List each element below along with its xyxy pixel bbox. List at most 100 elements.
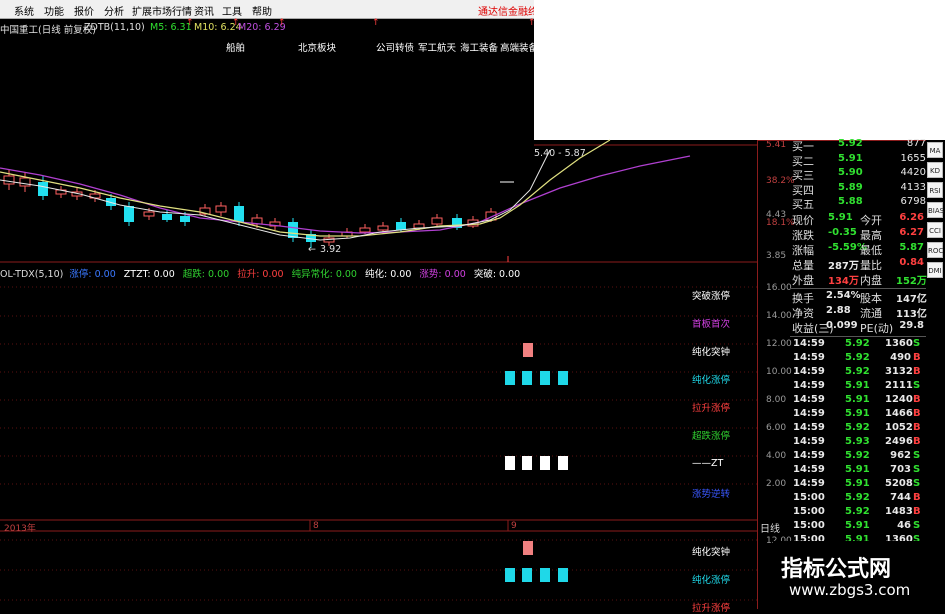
legend-item: ——ZT: [692, 458, 724, 469]
stat-label: 量比: [860, 259, 882, 272]
stat-label: 外盘: [792, 274, 814, 287]
tick-volume: 490: [890, 352, 911, 363]
stat-value: 0.84: [899, 257, 924, 268]
indicator-name[interactable]: OL-TDX(5,10): [0, 269, 63, 280]
date-axis-year: 2013年: [4, 524, 36, 534]
candle: [180, 216, 190, 222]
panel-divider: [757, 140, 758, 609]
tick-time: 15:00: [793, 506, 825, 517]
tick-direction: S: [913, 478, 921, 489]
watermark: 指标公式网 www.zbgs3.com: [773, 541, 945, 609]
legend-item: 纯化涨停: [692, 375, 731, 386]
stat-label: 换手: [792, 292, 814, 305]
tick-time: 14:59: [793, 478, 825, 489]
indicator-axis-tick: 16.00: [766, 283, 792, 293]
candle: [124, 206, 134, 222]
signal-marker-white: [540, 456, 550, 470]
signal-marker-cyan: [540, 568, 550, 582]
tick-volume: 1466: [885, 408, 913, 419]
tick-volume: 1360: [885, 338, 913, 349]
legend-item: 纯化突钟: [692, 347, 731, 358]
tab-bias[interactable]: BIAS: [927, 202, 944, 218]
tick-row: 14:59 5.92 962 S: [793, 450, 923, 464]
price-axis-tick: 5.41: [766, 140, 787, 150]
watermark-url: www.zbgs3.com: [789, 581, 911, 599]
tick-direction: B: [913, 394, 921, 405]
stat-label: 总量: [792, 259, 814, 272]
tick-volume: 2111: [885, 380, 913, 391]
stat-value: 5.91: [828, 212, 853, 223]
tab-roc[interactable]: ROC: [927, 242, 943, 258]
signal-marker-cyan: [505, 568, 515, 582]
watermark-title: 指标公式网: [781, 557, 892, 582]
tick-time: 14:59: [793, 436, 825, 447]
legend-item: 超跌涨停: [692, 431, 731, 442]
tick-direction: S: [913, 464, 921, 475]
tab-rsi[interactable]: RSI: [927, 182, 943, 198]
tick-row: 15:00 5.92 744 B: [793, 492, 923, 506]
tab-cci[interactable]: CCI: [927, 222, 943, 238]
tick-price: 5.92: [845, 366, 870, 377]
tick-time: 14:59: [793, 464, 825, 475]
indicator-item: 超跌: 0.00: [182, 269, 230, 280]
tick-volume: 744: [890, 492, 911, 503]
stat-value: 6.27: [899, 227, 924, 238]
legend-item: 拉升涨停: [692, 403, 731, 414]
stat-value: -0.35: [828, 227, 857, 238]
low-arrow-icon: ←: [308, 244, 316, 255]
stat-value: 2.54%: [826, 290, 861, 301]
tick-time: 14:59: [793, 380, 825, 391]
indicator-axis-tick: 2.00: [766, 479, 787, 489]
tick-volume: 3132: [885, 366, 913, 377]
bid-volume: 6798: [900, 196, 926, 207]
tick-time: 14:59: [793, 352, 825, 363]
tick-volume: 962: [890, 450, 911, 461]
tick-row: 14:59 5.91 1466 B: [793, 408, 923, 422]
stat-label: 涨跌: [792, 229, 814, 242]
bid-volume: 4133: [900, 181, 926, 193]
signal-marker-cyan: [522, 371, 532, 385]
stat-value: 134万: [828, 276, 859, 287]
signal-marker-cyan: [558, 371, 568, 385]
tab-ma[interactable]: MA: [927, 142, 943, 158]
tick-row: 14:59 5.93 2496 B: [793, 436, 923, 450]
candle: [288, 222, 298, 238]
tick-price: 5.92: [845, 506, 870, 517]
date-axis-month: 9: [511, 521, 517, 531]
tick-time: 15:00: [793, 520, 825, 531]
tick-price: 5.92: [845, 492, 870, 503]
stat-value: 5.87: [899, 242, 924, 253]
signal-marker-white: [505, 456, 515, 470]
tick-row: 15:00 5.91 46 S: [793, 520, 923, 534]
period-label[interactable]: 日线: [760, 520, 780, 535]
indicator-axis-tick: 6.00: [766, 423, 787, 433]
bid-label: 买五: [792, 198, 814, 211]
tab-kd[interactable]: KD: [927, 162, 943, 178]
tick-row: 14:59 5.92 3132 B: [793, 366, 923, 380]
tick-volume: 1483: [885, 506, 913, 517]
signal-marker-cyan: [522, 568, 532, 582]
stat-value: 287万: [828, 261, 859, 272]
high-annotation: 5.40 - 5.87: [534, 148, 586, 159]
stat-label: PE(动): [860, 322, 894, 335]
candle: [3, 175, 15, 185]
tick-price: 5.91: [845, 394, 870, 405]
candle: [431, 217, 443, 225]
signal-marker-pink: [523, 541, 533, 555]
tab-dmi[interactable]: DMI: [927, 262, 943, 278]
bid-price: 5.88: [838, 196, 863, 207]
tick-time: 14:59: [793, 366, 825, 377]
tick-price: 5.92: [845, 338, 870, 349]
tick-price: 5.92: [845, 450, 870, 461]
tick-row: 14:59 5.92 1052 B: [793, 422, 923, 436]
candlestick-series: [3, 170, 497, 248]
price-axis-tick: 18.1%: [766, 218, 795, 228]
legend-item: 拉升涨停: [692, 603, 731, 614]
bid-price: 5.89: [838, 181, 863, 193]
tick-direction: B: [913, 352, 921, 363]
candle: [234, 206, 244, 222]
candle: [19, 177, 31, 187]
stat-label: 流通: [860, 307, 882, 320]
price-axis-tick: 38.2%: [766, 176, 795, 186]
ma-line-yellow: [0, 139, 611, 237]
